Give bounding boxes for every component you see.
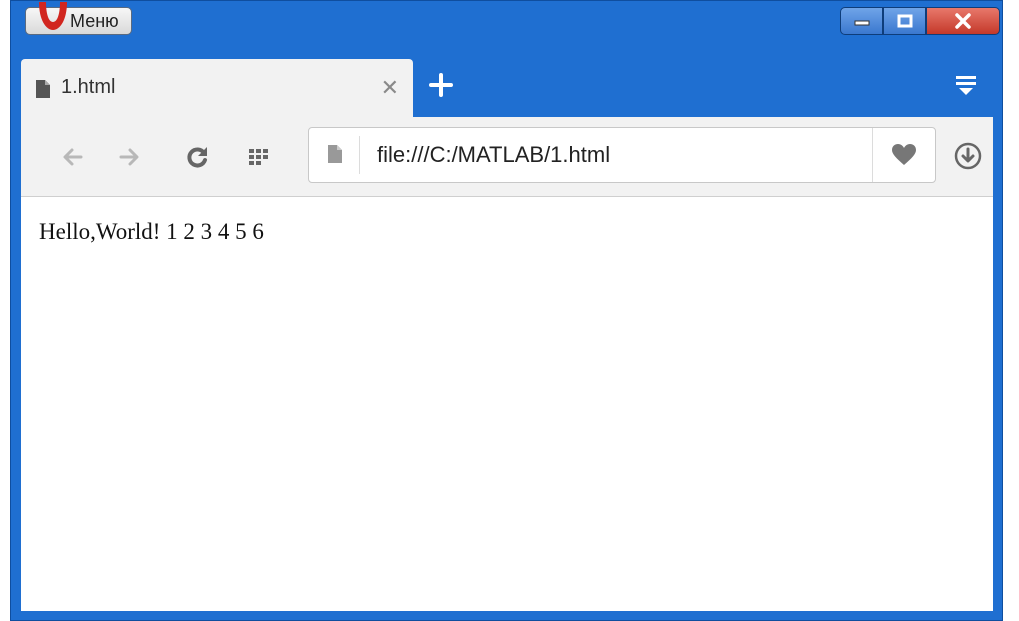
speed-dial-icon[interactable] — [247, 145, 271, 169]
page-body-text: Hello,World! 1 2 3 4 5 6 — [39, 219, 264, 244]
tab-close-icon[interactable]: ✕ — [381, 75, 399, 101]
opera-menu-button[interactable]: Меню — [25, 2, 132, 35]
minimize-button[interactable] — [840, 7, 883, 35]
tab-title: 1.html — [61, 76, 116, 98]
window-controls — [840, 7, 1000, 35]
close-icon — [955, 13, 971, 29]
forward-arrow-icon[interactable] — [117, 145, 141, 169]
reload-icon[interactable] — [185, 145, 209, 169]
minimize-icon — [854, 20, 869, 26]
maximize-button[interactable] — [883, 7, 926, 35]
page-icon — [328, 145, 342, 163]
tab-active[interactable]: 1.html ✕ — [21, 59, 413, 119]
opera-logo-icon — [39, 2, 67, 30]
page-content: Hello,World! 1 2 3 4 5 6 — [21, 197, 993, 611]
bookmark-button[interactable] — [872, 128, 935, 182]
heart-icon — [892, 144, 916, 165]
tab-menu-icon[interactable] — [954, 73, 978, 97]
page-icon — [36, 80, 50, 98]
plus-icon[interactable] — [427, 71, 455, 99]
back-arrow-icon[interactable] — [61, 145, 85, 169]
download-icon[interactable] — [953, 141, 983, 171]
menu-label: Меню — [70, 10, 119, 31]
navigation-toolbar: file:///C:/MATLAB/1.html — [21, 117, 993, 197]
address-divider — [359, 136, 360, 174]
url-text[interactable]: file:///C:/MATLAB/1.html — [377, 142, 610, 168]
browser-window: Меню 1.html ✕ file:///C:/MATLAB/1.html H… — [10, 0, 1003, 621]
close-window-button[interactable] — [926, 7, 1000, 35]
maximize-icon — [897, 14, 912, 28]
address-bar[interactable]: file:///C:/MATLAB/1.html — [308, 127, 936, 183]
